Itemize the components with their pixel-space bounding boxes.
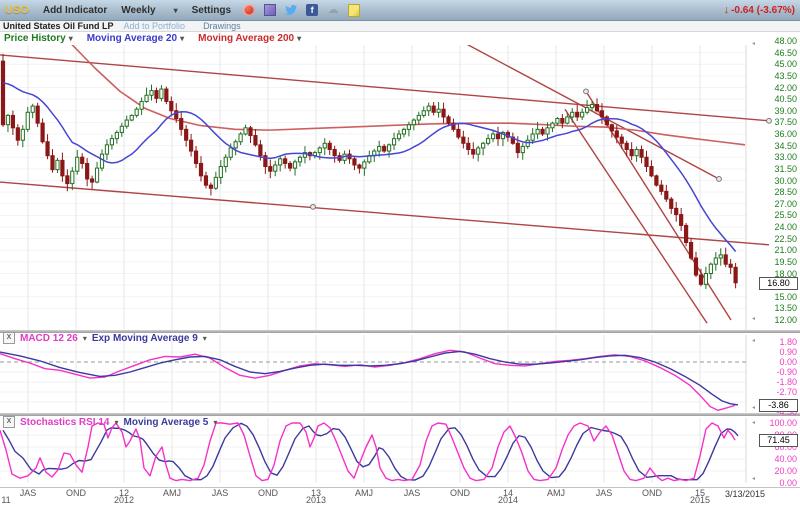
price-tick: 13.50 <box>774 303 797 314</box>
price-tick: 12.00 <box>774 315 797 325</box>
price-tick: 15.00 <box>774 291 797 302</box>
macd-tick: 0.90 <box>779 347 797 357</box>
axis-marker-icon: ◂ <box>751 420 755 426</box>
price-tick: 28.50 <box>774 187 797 198</box>
indicator-bar: Price History ▾ Moving Average 20 ▾ Moving… <box>0 32 800 45</box>
price-tick: 37.50 <box>774 117 797 128</box>
chevron-down-icon[interactable]: ▾ <box>114 418 118 427</box>
chevron-down-icon[interactable]: ▾ <box>297 34 301 43</box>
quote-change: ↓ -0.64 (-3.67%) <box>724 4 795 16</box>
price-tick: 43.50 <box>774 70 797 81</box>
period-dropdown[interactable]: Weekly <box>121 5 155 16</box>
macd-tick: 1.80 <box>779 337 797 347</box>
price-tick: 30.00 <box>774 175 797 186</box>
chevron-down-icon[interactable]: ▾ <box>69 34 73 43</box>
stoch-tick: 40.00 <box>774 454 797 464</box>
x-axis-label: OND <box>258 488 278 498</box>
price-tick: 33.00 <box>774 152 797 163</box>
close-icon[interactable] <box>3 416 15 428</box>
note-icon[interactable] <box>348 3 361 17</box>
price-tick: 36.00 <box>774 129 797 139</box>
ma200-label: Moving Average 200 <box>198 33 295 44</box>
macd-panel-header: MACD 12 26 ▾ Exp Moving Average 9 ▾ <box>3 332 207 344</box>
axis-marker-icon: ◂ <box>751 316 755 322</box>
price-tick: 24.00 <box>774 222 797 232</box>
price-tick: 19.50 <box>774 256 797 267</box>
ma20-label: Moving Average 20 <box>86 33 178 44</box>
stoch-tick: 100.00 <box>769 418 797 428</box>
price-tick: 27.00 <box>774 198 797 209</box>
price-history-label: Price History <box>4 33 66 44</box>
alert-icon[interactable] <box>243 4 256 16</box>
axis-marker-icon: ◂ <box>751 476 755 482</box>
x-axis-label: JAS <box>595 488 613 498</box>
x-axis-label: JAS <box>403 488 421 498</box>
price-tick: 40.50 <box>774 94 797 105</box>
axis-marker-icon: ◂ <box>751 41 755 47</box>
chevron-down-icon[interactable]: ▾ <box>83 334 87 343</box>
x-axis-label: OND <box>66 488 86 498</box>
down-arrow-icon: ↓ <box>723 4 730 16</box>
stoch-tick: 0.00 <box>779 478 797 488</box>
symbol-label[interactable]: USO <box>5 4 29 16</box>
settings-button[interactable]: Settings <box>192 5 231 16</box>
chevron-down-icon[interactable]: ▾ <box>180 34 184 43</box>
price-tick: 34.50 <box>774 140 797 151</box>
x-axis-label: JAS <box>19 488 37 498</box>
close-icon[interactable] <box>3 332 15 344</box>
macd-signal-label[interactable]: Exp Moving Average 9 <box>92 333 198 344</box>
x-axis-label: AMJ <box>355 488 373 498</box>
macd-tick: 0.00 <box>779 357 797 367</box>
stochastics-signal-label[interactable]: Moving Average 5 <box>124 417 209 428</box>
price-tick: 31.50 <box>774 163 797 174</box>
price-chart-canvas[interactable] <box>0 45 800 330</box>
stoch-value-box: 71.45 <box>759 434 798 448</box>
x-axis-label: AMJ <box>163 488 181 498</box>
x-axis-label: OND <box>450 488 470 498</box>
price-tick: 46.50 <box>774 47 797 58</box>
period-caret-icon[interactable]: ▾ <box>174 6 178 15</box>
ma200-dropdown[interactable]: Moving Average 200 ▾ <box>198 33 301 44</box>
macd-tick: -2.70 <box>776 386 797 397</box>
price-tick: 22.50 <box>774 233 797 244</box>
toolbar: USO Add Indicator Weekly ▾ Settings f ☁ … <box>0 0 800 21</box>
toolbar-icons: f ☁ <box>243 3 361 17</box>
price-tick: 45.00 <box>774 59 797 70</box>
price-tick: 25.50 <box>774 210 797 221</box>
app-window: USO Add Indicator Weekly ▾ Settings f ☁ … <box>0 0 800 505</box>
price-tick: 48.00 <box>774 36 797 46</box>
macd-label[interactable]: MACD 12 26 <box>20 333 78 344</box>
cube-icon[interactable] <box>264 4 277 16</box>
price-tick: 42.00 <box>774 82 797 93</box>
drawings-link[interactable]: Drawings <box>203 21 241 31</box>
x-axis-label: OND <box>642 488 662 498</box>
stochastics-panel-header: Stochastics RSI 14 ▾ Moving Average 5 ▾ <box>3 416 217 428</box>
twitter-icon[interactable] <box>285 4 298 16</box>
ma20-dropdown[interactable]: Moving Average 20 ▾ <box>87 33 184 44</box>
price-tick: 39.00 <box>774 105 797 116</box>
cloud-icon[interactable]: ☁ <box>327 4 339 16</box>
x-axis-label: AMJ <box>547 488 565 498</box>
stochastics-label[interactable]: Stochastics RSI 14 <box>20 417 109 428</box>
chevron-down-icon[interactable]: ▾ <box>203 334 207 343</box>
subheader: United States Oil Fund LP Add to Portfol… <box>0 21 800 32</box>
facebook-icon[interactable]: f <box>306 4 319 16</box>
price-tick: 21.00 <box>774 245 797 256</box>
price-history-dropdown[interactable]: Price History ▾ <box>4 33 73 44</box>
end-date-label: 3/13/2015 <box>724 489 766 499</box>
stoch-tick: 20.00 <box>774 466 797 476</box>
add-indicator-button[interactable]: Add Indicator <box>43 5 107 16</box>
last-price-box: 16.80 <box>759 276 798 290</box>
fund-name: United States Oil Fund LP <box>3 21 114 31</box>
axis-marker-icon: ◂ <box>751 405 755 411</box>
macd-tick: -1.80 <box>776 376 797 387</box>
macd-value-box: -3.86 <box>759 398 798 412</box>
axis-marker-icon: ◂ <box>751 338 755 344</box>
add-to-portfolio-link[interactable]: Add to Portfolio <box>124 21 186 31</box>
macd-tick: -0.90 <box>776 366 797 377</box>
x-axis-label: JAS <box>211 488 229 498</box>
chevron-down-icon[interactable]: ▾ <box>213 418 217 427</box>
quote-change-value: -0.64 (-3.67%) <box>731 4 795 16</box>
